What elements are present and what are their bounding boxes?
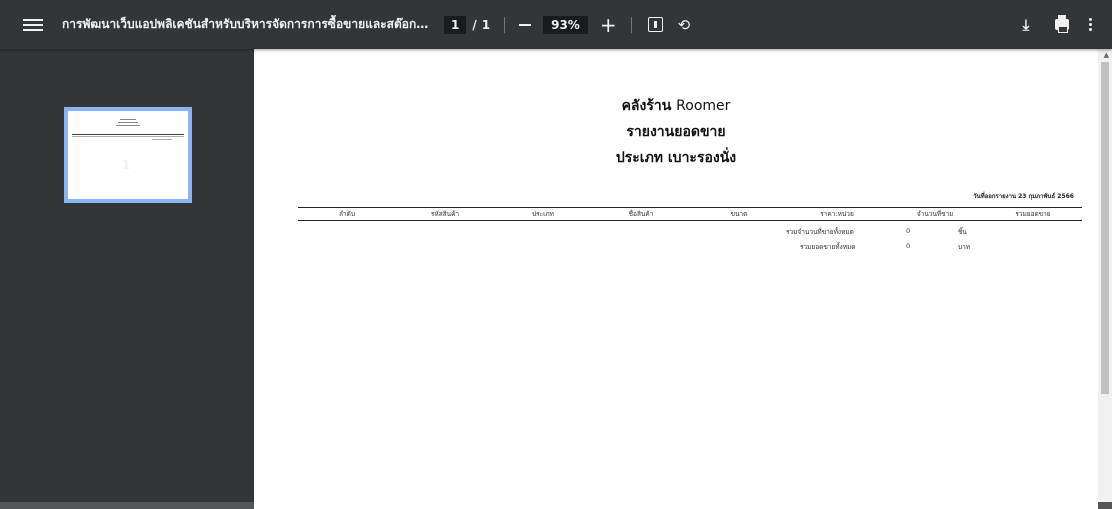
col-header: ประเภท — [532, 210, 554, 218]
report-category: ประเภท เบาะรองนั่ง — [615, 150, 737, 166]
page-separator: / — [472, 17, 477, 32]
zoom-out-button[interactable] — [519, 23, 532, 26]
fit-page-icon[interactable] — [647, 17, 663, 32]
report-subtitle: รายงานยอดขาย — [626, 124, 726, 140]
scroll-up-arrow-icon[interactable]: ▲ — [1104, 51, 1109, 59]
pdf-page: คลังร้าน Roomer รายงานยอดขาย ประเภท เบาะ… — [254, 49, 1098, 509]
pdf-toolbar: การพัฒนาเว็บแอปพลิเคชันสำหรับบริหารจัดกา… — [0, 0, 1112, 49]
report-title: คลังร้าน Roomer — [254, 95, 1098, 117]
col-header: รวมยอดขาย — [1015, 210, 1051, 218]
report-title-prefix: คลังร้าน — [621, 98, 672, 114]
col-header: จำนวนที่ขาย — [916, 210, 954, 218]
thumb-line — [116, 125, 140, 126]
report-title-name: Roomer — [676, 98, 731, 114]
col-header: ขนาด — [730, 210, 748, 218]
rotate-icon[interactable]: ⟲ — [678, 16, 691, 34]
toolbar-right: ⤓ — [1018, 0, 1112, 49]
page-total: 1 — [481, 17, 491, 32]
zoom-input[interactable]: 93% — [543, 15, 588, 34]
toolbar-divider — [504, 16, 506, 33]
document-title: การพัฒนาเว็บแอปพลิเคชันสำหรับบริหารจัดกา… — [62, 17, 434, 31]
zoom-in-button[interactable]: + — [600, 15, 617, 35]
col-header: ลำดับ — [339, 210, 355, 218]
thumb-line — [152, 139, 172, 140]
thumb-line — [72, 136, 184, 137]
col-header: ชื่อสินค้า — [628, 210, 654, 218]
thumbnail-sidebar: 1 — [0, 49, 254, 502]
page-number-input[interactable]: 1 — [444, 15, 467, 34]
thumbnail-label: 1 — [121, 158, 131, 172]
summary-total-sales-value: 0 — [906, 242, 911, 250]
summary-total-qty-label: รวมจำนวนที่ขายทั้งหมด — [786, 228, 854, 236]
download-icon[interactable]: ⤓ — [1018, 16, 1034, 34]
summary-total-sales-label: รวมยอดขายทั้งหมด — [800, 243, 856, 251]
more-vert-icon[interactable] — [1089, 18, 1092, 31]
summary-total-qty-unit: ชิ้น — [958, 228, 967, 236]
thumb-line — [118, 122, 138, 123]
col-header: ราคา:หน่วย — [820, 210, 854, 218]
thumb-line — [120, 119, 136, 120]
page-thumbnail[interactable] — [64, 107, 192, 203]
print-icon[interactable] — [1055, 15, 1069, 33]
sales-table: ลำดับ รหัสสินค้า ประเภท ชื่อสินค้า ขนาด … — [298, 207, 1082, 221]
menu-icon[interactable] — [23, 15, 43, 35]
table-header: ลำดับ รหัสสินค้า ประเภท ชื่อสินค้า ขนาด … — [298, 208, 1082, 220]
scrollbar-thumb[interactable] — [1101, 62, 1109, 394]
summary-total-qty-value: 0 — [906, 227, 911, 235]
table-header-rule — [298, 220, 1082, 221]
summary-total-sales-unit: บาท — [958, 243, 971, 251]
report-date: วันที่ออกรายงาน 23 กุมภาพันธ์ 2566 — [973, 193, 1074, 200]
thumb-line — [72, 134, 184, 135]
col-header: รหัสสินค้า — [430, 210, 460, 218]
toolbar-divider — [630, 16, 632, 33]
